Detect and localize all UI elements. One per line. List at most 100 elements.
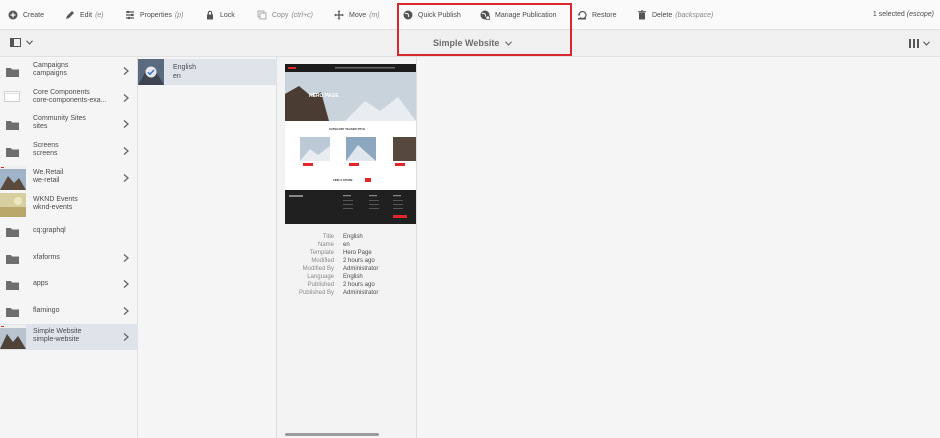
edit-button[interactable]: Edit (e) xyxy=(65,8,104,22)
chevron-right-icon[interactable] xyxy=(123,94,129,102)
meta-value: 2 hours ago xyxy=(343,282,375,288)
item-title: apps xyxy=(33,280,49,287)
selection-count[interactable]: 1 selected (escope) xyxy=(873,11,934,18)
lock-icon xyxy=(207,10,213,20)
edit-shortcut: (e) xyxy=(95,11,104,19)
list-item-xfaforms[interactable]: xfaforms xyxy=(0,245,138,271)
list-item-cq-graphql[interactable]: cq:graphql xyxy=(0,218,138,244)
list-item-flamingo[interactable]: flamingo xyxy=(0,298,138,324)
list-item-screens[interactable]: Screens screens xyxy=(0,138,138,164)
properties-shortcut: (p) xyxy=(174,11,184,19)
move-button[interactable]: Move (m) xyxy=(334,8,380,22)
selection-count-label: 1 selected xyxy=(872,11,905,18)
chevron-right-icon[interactable] xyxy=(123,280,129,288)
restore-icon xyxy=(577,10,587,20)
meta-value: English xyxy=(343,234,363,240)
edit-label: Edit xyxy=(80,11,93,19)
meta-row-modified-by: Modified By Administrator xyxy=(277,265,417,273)
delete-shortcut: (backspace) xyxy=(675,11,714,19)
chevron-right-icon[interactable] xyxy=(123,67,129,75)
item-title: WKND Events xyxy=(33,196,78,203)
chevron-right-icon[interactable] xyxy=(123,147,129,155)
restore-label: Restore xyxy=(592,11,617,19)
meta-row-name: Name en xyxy=(277,241,417,249)
item-title: We.Retail xyxy=(33,169,64,176)
chevron-right-icon[interactable] xyxy=(123,174,129,182)
list-item-english[interactable]: English en xyxy=(138,59,277,85)
meta-key: Published xyxy=(307,282,334,288)
move-icon xyxy=(334,10,344,20)
lock-button[interactable]: Lock xyxy=(205,8,235,22)
chevron-right-icon[interactable] xyxy=(123,307,129,315)
list-item-community-sites[interactable]: Community Sites sites xyxy=(0,111,138,137)
list-item-campaigns[interactable]: Campaigns campaigns xyxy=(0,58,138,84)
item-title: Screens xyxy=(33,142,59,149)
folder-icon xyxy=(6,148,19,157)
meta-key: Modified By xyxy=(302,266,334,272)
restore-button[interactable]: Restore xyxy=(577,8,617,22)
item-name: core-components-exa... xyxy=(33,97,107,104)
pencil-icon xyxy=(66,11,74,19)
chevron-right-icon[interactable] xyxy=(123,333,129,341)
list-item-simple-website[interactable]: Simple Website simple-website xyxy=(0,324,138,350)
meta-row-published-by: Published By Administrator xyxy=(277,289,417,297)
list-item-we-retail[interactable]: We.Retail we-retail xyxy=(0,165,138,191)
rail-toggle-button[interactable] xyxy=(10,38,33,47)
preview-graphic: HERO PAGE CATEGORY TEASER TITLE FIND A S… xyxy=(285,64,416,224)
list-item-apps[interactable]: apps xyxy=(0,271,138,297)
view-switcher-button[interactable] xyxy=(909,39,930,48)
item-name: wknd-events xyxy=(33,204,73,211)
item-title: English xyxy=(173,64,196,71)
meta-value: en xyxy=(343,242,350,248)
copy-button[interactable]: Copy (ctrl+c) xyxy=(257,8,313,22)
copy-label: Copy xyxy=(272,11,289,19)
chevron-right-icon[interactable] xyxy=(123,120,129,128)
delete-button[interactable]: Delete (backspace) xyxy=(637,8,713,22)
meta-key: Template xyxy=(309,250,334,256)
lock-label: Lock xyxy=(220,11,235,19)
site-thumbnail-image xyxy=(0,166,26,190)
meta-row-published: Published 2 hours ago xyxy=(277,281,417,289)
meta-value: Administrator xyxy=(343,266,379,272)
page-thumbnail-icon xyxy=(4,91,20,102)
list-item-core-components[interactable]: Core Components core-components-exa... xyxy=(0,85,138,111)
chevron-right-icon[interactable] xyxy=(123,254,129,262)
meta-row-template: Template Hero Page xyxy=(277,249,417,257)
item-name: screens xyxy=(33,150,58,157)
meta-key: Language xyxy=(307,274,334,280)
move-shortcut: (m) xyxy=(369,11,380,19)
site-thumbnail-image xyxy=(0,193,26,217)
delete-label: Delete xyxy=(652,11,673,19)
item-name: we-retail xyxy=(33,177,60,184)
item-name: campaigns xyxy=(33,70,67,77)
folder-icon xyxy=(6,255,19,264)
properties-icon xyxy=(126,10,134,20)
copy-icon xyxy=(257,10,267,20)
preview-column: HERO PAGE CATEGORY TEASER TITLE FIND A S… xyxy=(277,57,417,438)
properties-button[interactable]: Properties (p) xyxy=(125,8,183,22)
chevron-down-icon xyxy=(923,41,930,46)
list-item-wknd-events[interactable]: WKND Events wknd-events xyxy=(0,192,138,218)
meta-key: Title xyxy=(322,234,334,240)
page-properties-summary: Title English Name en Template Hero Page Mo… xyxy=(277,233,417,297)
folder-icon xyxy=(6,68,19,77)
sites-column: Campaigns campaigns Core Components core… xyxy=(0,57,138,438)
preview-teaser-title: CATEGORY TEASER TITLE xyxy=(329,127,365,131)
folder-icon xyxy=(6,121,19,130)
chevron-down-icon xyxy=(26,40,33,45)
horizontal-scrollbar[interactable] xyxy=(285,433,379,436)
item-title: flamingo xyxy=(33,307,60,314)
meta-row-modified: Modified 2 hours ago xyxy=(277,257,417,265)
item-name: sites xyxy=(33,123,48,130)
meta-value: Administrator xyxy=(343,290,379,296)
folder-icon xyxy=(6,228,19,237)
create-button[interactable]: Create xyxy=(8,8,44,22)
item-name: simple-website xyxy=(33,336,80,343)
preview-find-store: FIND A STORE xyxy=(333,178,353,182)
item-title: Core Components xyxy=(33,89,90,96)
checkmark-icon[interactable] xyxy=(145,66,157,78)
meta-value: 2 hours ago xyxy=(343,258,375,264)
create-label: Create xyxy=(23,11,45,19)
item-title: Simple Website xyxy=(33,328,82,335)
trash-icon xyxy=(638,10,646,20)
